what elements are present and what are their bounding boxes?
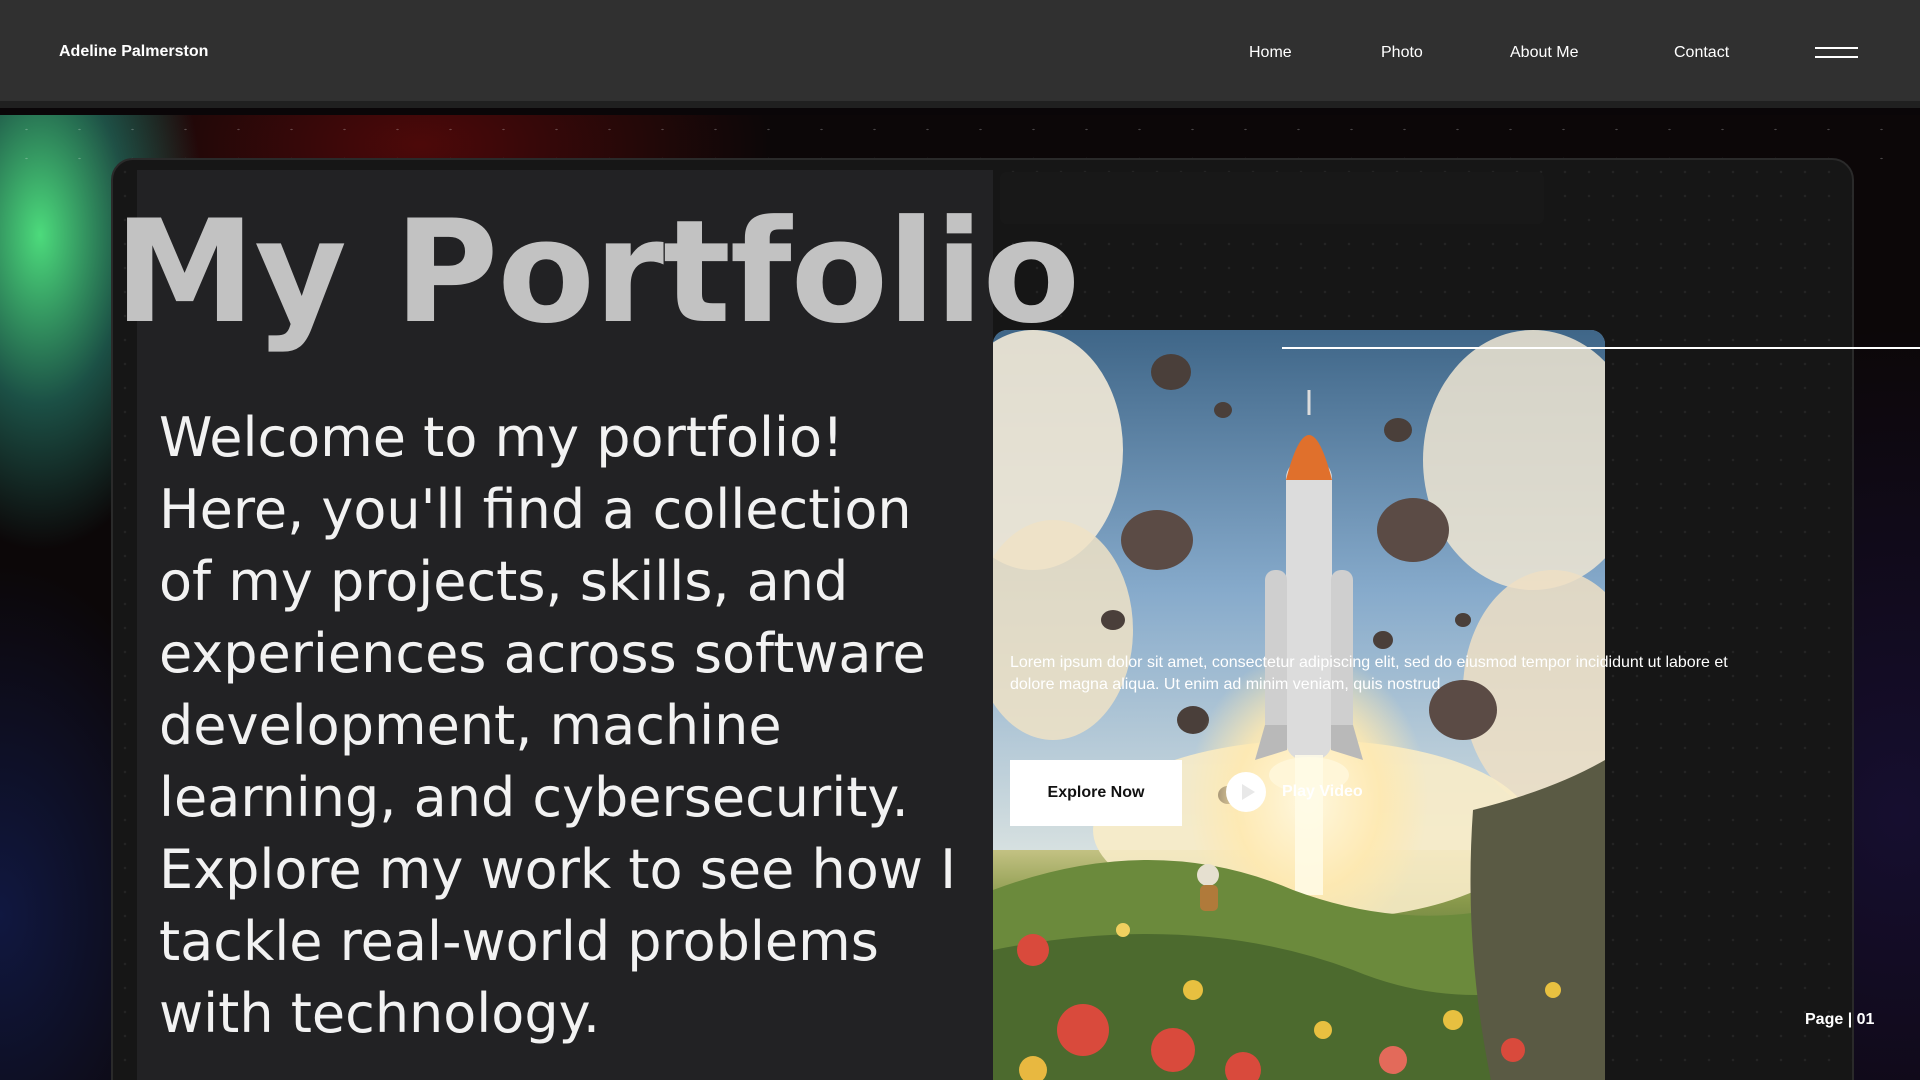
intro-text: Welcome to my portfolio! Here, you'll fi… [159,406,957,1045]
play-icon[interactable] [1226,772,1266,812]
hamburger-icon[interactable] [1815,47,1858,61]
nav-home[interactable]: Home [1249,44,1292,62]
brand-name[interactable]: Adeline Palmerston [59,43,208,61]
page-indicator: Page | 01 [1805,1011,1875,1028]
nav-photo[interactable]: Photo [1381,44,1423,62]
page-title: My Portfolio [114,190,1080,355]
play-video-button[interactable]: Play Video [1226,772,1363,812]
rocket-illustration [993,330,1605,1080]
portfolio-page: Adeline Palmerston Home Photo About Me C… [0,0,1920,1080]
nav-contact[interactable]: Contact [1674,44,1729,62]
play-video-label[interactable]: Play Video [1282,783,1363,801]
panel-strip [1000,172,1544,224]
feature-image [993,330,1605,1080]
nav-about-me[interactable]: About Me [1510,44,1578,62]
top-navigation: Adeline Palmerston Home Photo About Me C… [0,0,1920,108]
explore-now-button[interactable]: Explore Now [1010,760,1182,826]
feature-description: Lorem ipsum dolor sit amet, consectetur … [1010,654,1728,693]
decorative-line [1282,347,1920,349]
